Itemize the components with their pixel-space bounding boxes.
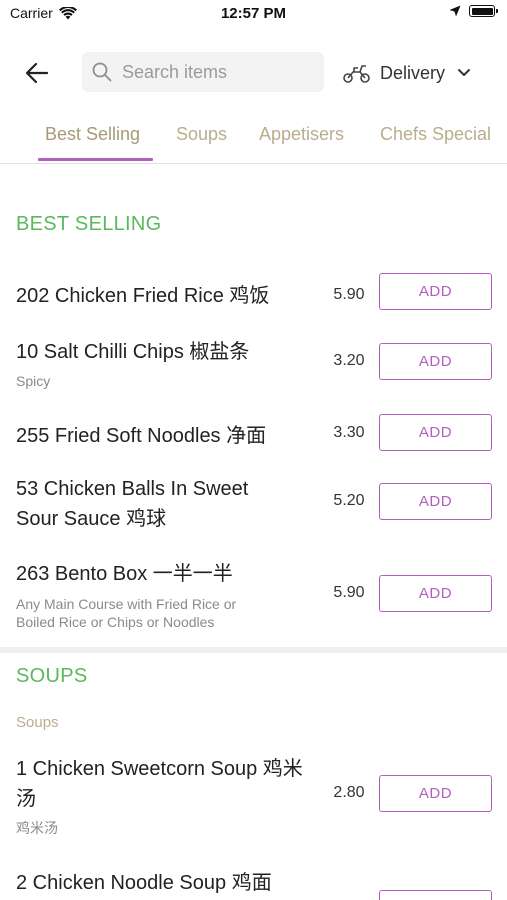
status-right [449, 5, 498, 17]
item-description: 鸡米汤 [16, 820, 58, 836]
item-price: 3.30 [333, 424, 365, 441]
add-button[interactable] [379, 890, 492, 900]
add-button[interactable]: ADD [379, 273, 492, 310]
header: Delivery [0, 50, 507, 94]
section-title-soups: SOUPS [16, 665, 88, 687]
search-icon [92, 62, 112, 82]
section-divider [0, 647, 507, 653]
item-price: 3.20 [333, 352, 365, 369]
chevron-down-icon [458, 69, 471, 76]
tab-chefs-special[interactable]: Chefs Special [380, 124, 491, 145]
back-arrow-icon [25, 62, 49, 84]
active-tab-indicator [38, 158, 153, 161]
category-tabs: Best Selling Soups Appetisers Chefs Spec… [0, 112, 507, 164]
status-bar: Carrier 12:57 PM [0, 0, 507, 28]
item-name: 53 Chicken Balls In Sweet Sour Sauce 鸡球 [16, 478, 249, 530]
item-description: Spicy [16, 373, 51, 389]
item-description: Any Main Course with Fried Rice or Boile… [16, 596, 237, 630]
search-box[interactable] [82, 52, 324, 92]
add-button[interactable]: ADD [379, 775, 492, 812]
battery-icon [469, 5, 498, 17]
item-name: 255 Fried Soft Noodles 净面 [16, 425, 267, 447]
item-name: 263 Bento Box 一半一半 [16, 563, 233, 585]
item-name: 1 Chicken Sweetcorn Soup 鸡米汤 [16, 758, 303, 810]
section-title-best-selling: BEST SELLING [16, 213, 162, 235]
add-button[interactable]: ADD [379, 575, 492, 612]
tab-best-selling[interactable]: Best Selling [45, 124, 140, 145]
back-button[interactable] [22, 58, 52, 88]
item-price: 5.90 [333, 584, 365, 601]
add-button[interactable]: ADD [379, 483, 492, 520]
item-name: 202 Chicken Fried Rice 鸡饭 [16, 285, 270, 307]
add-button[interactable]: ADD [379, 343, 492, 380]
item-price: 5.20 [333, 492, 365, 509]
item-price: 5.90 [333, 286, 365, 303]
location-arrow-icon [449, 5, 461, 17]
section-subtitle-soups: Soups [16, 714, 59, 731]
scooter-icon [343, 65, 370, 83]
tab-soups[interactable]: Soups [176, 124, 227, 145]
tab-appetisers[interactable]: Appetisers [259, 124, 344, 145]
status-time: 12:57 PM [220, 5, 287, 22]
item-name: 10 Salt Chilli Chips 椒盐条 [16, 341, 250, 363]
delivery-selector[interactable]: Delivery [342, 58, 475, 88]
delivery-label: Delivery [380, 62, 446, 83]
item-name: 2 Chicken Noodle Soup 鸡面 [16, 872, 272, 894]
search-input[interactable] [122, 61, 312, 83]
add-button[interactable]: ADD [379, 414, 492, 451]
item-price: 2.80 [333, 784, 365, 801]
